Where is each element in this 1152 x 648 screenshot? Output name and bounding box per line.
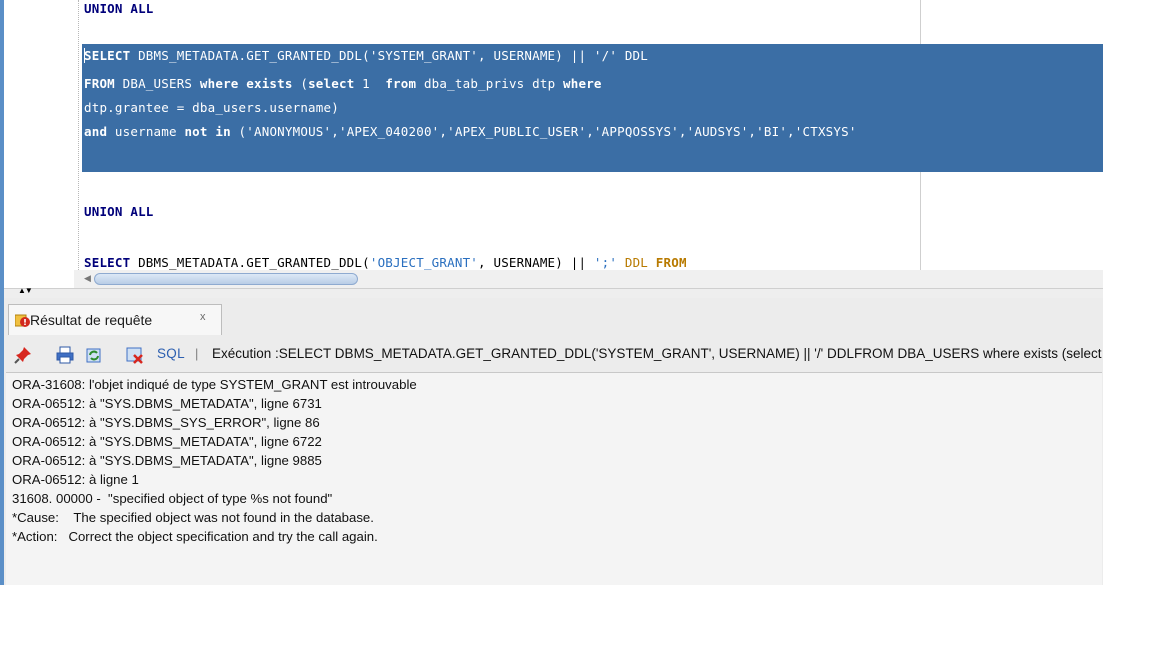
editor-gutter — [4, 0, 60, 270]
string-literal: 'OBJECT_GRANT' — [369, 255, 479, 270]
sql-worksheet-editor[interactable]: UNION ALL SELECT DBMS_METADATA.GET_GRANT… — [4, 0, 1103, 270]
string-literal: 'SYSTEM_GRANT' — [369, 48, 479, 63]
string-literal: ';' — [593, 255, 618, 270]
output-line: *Cause: The specified object was not fou… — [12, 510, 374, 525]
output-line: ORA-06512: à ligne 1 — [12, 472, 139, 487]
output-line: ORA-06512: à "SYS.DBMS_METADATA", ligne … — [12, 434, 322, 449]
from-keyword: FROM — [655, 255, 687, 270]
result-toolbar: SQL | Exécution :SELECT DBMS_METADATA.GE… — [4, 336, 1103, 372]
print-icon[interactable] — [56, 346, 74, 364]
select-keyword: SELECT — [84, 48, 131, 63]
where-keyword: where — [563, 76, 602, 91]
code-text: DDL — [617, 48, 649, 63]
query-result-panel: Résultat de requête x SQL | Exécution:S… — [4, 298, 1103, 585]
scroll-left-arrow-icon[interactable]: ◀ — [84, 273, 91, 283]
pin-icon[interactable] — [14, 346, 32, 364]
from-keyword: from — [385, 76, 417, 91]
output-line: 31608. 00000 - "specified object of type… — [12, 491, 333, 506]
refresh-icon[interactable] — [85, 346, 103, 364]
where-exists-keyword: where exists — [199, 76, 293, 91]
code-line-select-system-grant[interactable]: SELECT DBMS_METADATA.GET_GRANTED_DDL('SY… — [84, 48, 648, 64]
output-line: ORA-06512: à "SYS.DBMS_SYS_ERROR", ligne… — [12, 415, 320, 430]
code-line-dtp-grantee[interactable]: dtp.grantee = dba_users.username) — [84, 100, 339, 116]
string-literal: '/' — [593, 48, 618, 63]
code-line-from-dba-users[interactable]: FROM DBA_USERS where exists (select 1 fr… — [84, 76, 602, 92]
code-text: DBMS_METADATA.GET_GRANTED_DDL( — [130, 255, 370, 270]
not-in-keyword: not in — [184, 124, 231, 139]
sql-developer-window: UNION ALL SELECT DBMS_METADATA.GET_GRANT… — [0, 0, 1103, 585]
code-text: dtp.grantee = dba_users.username) — [84, 100, 339, 115]
code-line-username-not-in[interactable]: and username not in ('ANONYMOUS','APEX_0… — [84, 124, 857, 140]
code-text: DBA_USERS — [114, 76, 200, 91]
code-text: 1 — [354, 76, 386, 91]
splitter-arrows-icon[interactable]: ▲▼ — [18, 286, 33, 296]
code-text: ( — [292, 76, 309, 91]
code-line-select-object-grant[interactable]: SELECT DBMS_METADATA.GET_GRANTED_DDL('OB… — [84, 255, 687, 270]
ddl-alias: DDL — [624, 255, 649, 270]
fold-guide-line — [78, 0, 79, 270]
code-text: DBMS_METADATA.GET_GRANTED_DDL( — [130, 48, 370, 63]
select-keyword: SELECT — [84, 255, 131, 270]
execution-statement-text: Exécution :SELECT DBMS_METADATA.GET_GRAN… — [212, 346, 1103, 361]
tab-label: Résultat de requête — [30, 312, 153, 328]
result-tabstrip: Résultat de requête x — [4, 298, 1103, 337]
union-all-keyword: UNION ALL — [84, 1, 154, 16]
sql-link[interactable]: SQL — [157, 346, 185, 361]
and-keyword: and — [84, 124, 108, 139]
union-all-keyword: UNION ALL — [84, 204, 154, 219]
from-keyword: FROM — [84, 76, 115, 91]
code-text: ('ANONYMOUS','APEX_040200','APEX_PUBLIC_… — [230, 124, 857, 139]
code-text: , USERNAME) || — [478, 48, 594, 63]
code-line-union-all-1[interactable]: UNION ALL — [84, 1, 154, 17]
script-output-area[interactable]: ORA-31608: l'objet indiqué de type SYSTE… — [6, 372, 1102, 585]
tab-query-result[interactable]: Résultat de requête x — [8, 304, 222, 335]
scrollbar-thumb[interactable] — [94, 273, 358, 285]
text-caret — [84, 48, 85, 63]
select-keyword: select — [308, 76, 355, 91]
output-line: ORA-31608: l'objet indiqué de type SYSTE… — [12, 377, 417, 392]
code-text: dba_tab_privs dtp — [416, 76, 564, 91]
output-line: *Action: Correct the object specificatio… — [12, 529, 378, 544]
toolbar-separator: | — [195, 346, 199, 361]
output-line: ORA-06512: à "SYS.DBMS_METADATA", ligne … — [12, 396, 322, 411]
query-result-warning-icon — [15, 314, 30, 327]
tab-close-icon[interactable]: x — [200, 311, 206, 323]
output-line: ORA-06512: à "SYS.DBMS_METADATA", ligne … — [12, 453, 322, 468]
code-text: username — [107, 124, 185, 139]
clear-icon[interactable] — [126, 346, 144, 364]
code-text: , USERNAME) || — [478, 255, 594, 270]
code-line-union-all-2[interactable]: UNION ALL — [84, 204, 154, 220]
editor-horizontal-scrollbar[interactable]: ◀ — [74, 270, 1103, 288]
